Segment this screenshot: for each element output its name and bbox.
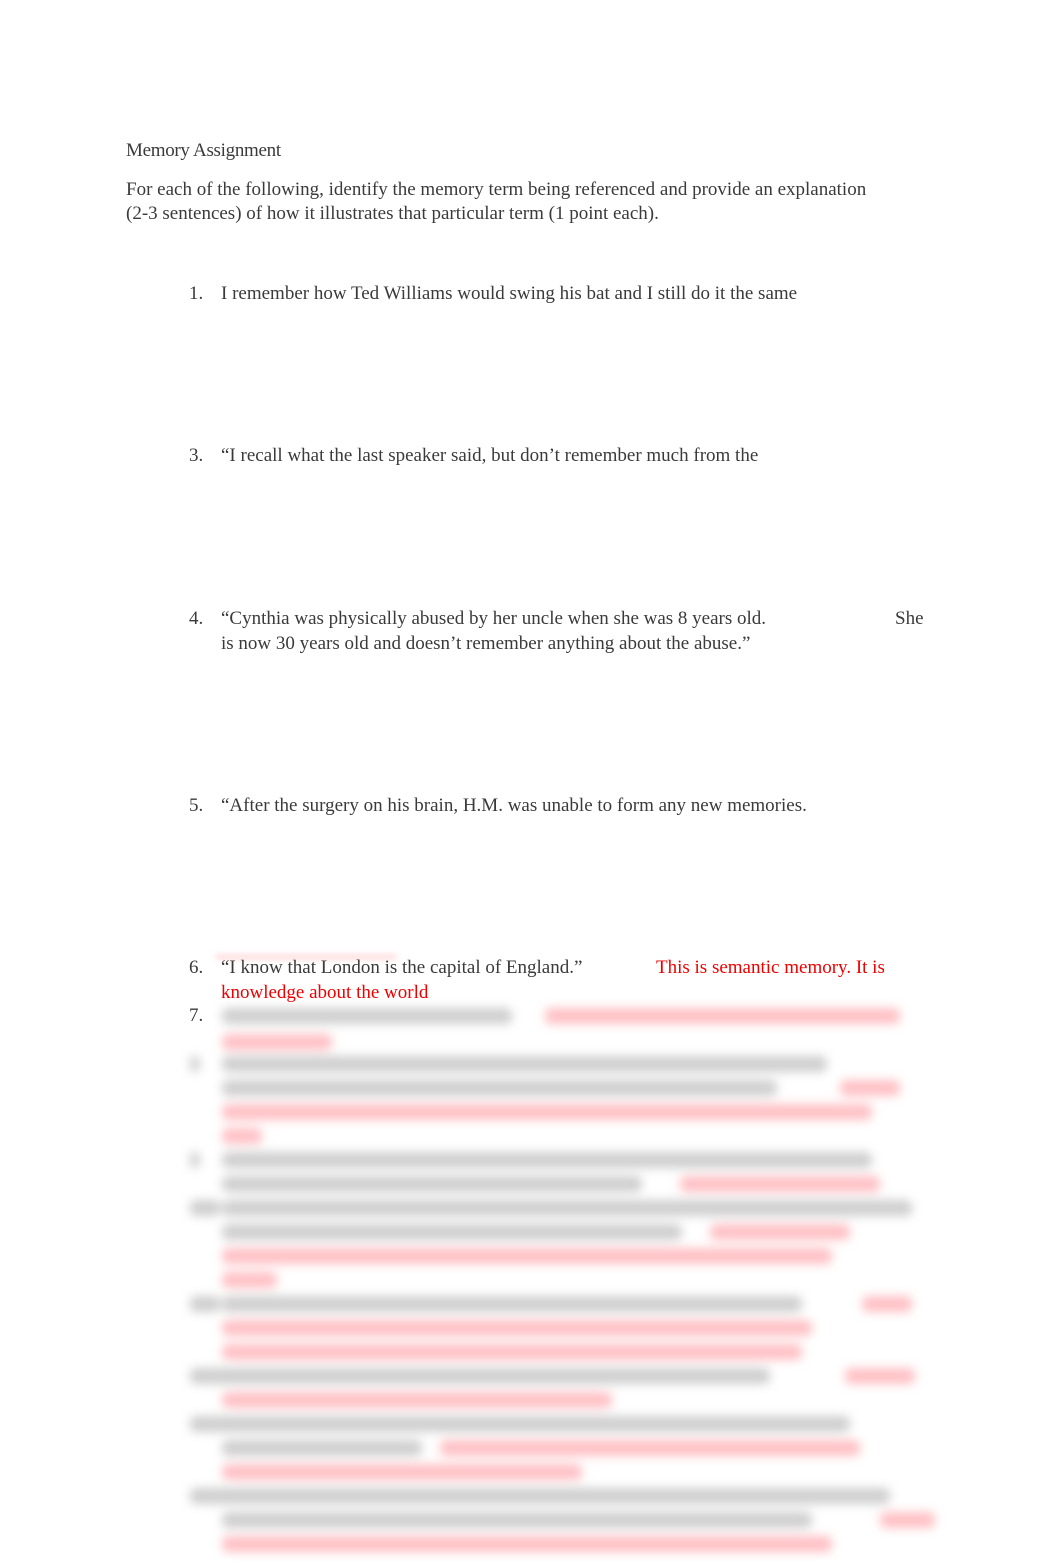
document-title: Memory Assignment [126,140,281,161]
blurred-answer-line [222,1320,812,1336]
blurred-answer-line [222,1128,262,1144]
answer-text-line2: knowledge about the world [221,982,429,1003]
question-text: “I recall what the last speaker said, bu… [221,445,759,466]
blurred-answer-line [222,1464,582,1480]
blurred-answer-line [710,1224,850,1240]
blurred-answer-line [680,1176,880,1192]
blurred-question-line [190,1056,200,1072]
blurred-question-line [222,1512,812,1528]
blurred-question-line [222,1056,827,1072]
blurred-answer-line [222,1104,872,1120]
blurred-question-line [222,1200,912,1216]
instructions: For each of the following, identify the … [126,179,867,224]
blurred-question-line [190,1488,890,1504]
blurred-question-line [222,1176,642,1192]
blurred-answer-line [845,1368,915,1384]
blurred-answer-line [222,1392,612,1408]
item-number: 1. [189,283,204,304]
document-page: Memory Assignment For each of the follow… [0,0,1062,1561]
question-item: 6. “I know that London is the capital of… [189,955,929,1005]
blurred-answer-line [222,1248,832,1264]
question-text: I remember how Ted Williams would swing … [221,283,798,304]
question-text: “Cynthia was physically abused by her un… [221,608,767,629]
answer-text: This is semantic memory. It is [656,957,885,978]
blurred-answer-line [222,1344,802,1360]
blurred-question-line [190,1368,770,1384]
blurred-question-line [190,1296,220,1312]
blurred-question-line [222,1440,422,1456]
blurred-question-line [222,1224,682,1240]
blurred-answer-line [222,1536,832,1552]
blurred-question-line [222,1008,512,1024]
blurred-question-line [222,1296,802,1312]
question-text: “After the surgery on his brain, H.M. wa… [221,795,807,816]
question-text-cont: She [895,608,924,629]
question-item: 1. I remember how Ted Williams would swi… [189,281,929,306]
question-item: 4. “Cynthia was physically abused by her… [189,606,929,656]
question-item: 5. “After the surgery on his brain, H.M.… [189,793,929,818]
item-number: 6. [189,957,204,978]
blurred-answer-line [545,1008,900,1024]
blurred-answer-line [222,1272,277,1288]
blurred-question-line [190,1200,220,1216]
blurred-answer-line [862,1296,912,1312]
blurred-question-line [222,1152,872,1168]
item-number: 4. [189,608,204,629]
blurred-answer-line [440,1440,860,1456]
question-item: 3. “I recall what the last speaker said,… [189,443,929,468]
question-text-line2: is now 30 years old and doesn’t remember… [221,633,751,654]
item-number: 3. [189,445,204,466]
blurred-answer-line [840,1080,900,1096]
blurred-question-line [190,1152,200,1168]
item-number: 7. [189,1005,204,1026]
blurred-question-line [222,1080,777,1096]
blurred-answer-line [222,1034,332,1050]
blurred-answer-line [880,1512,935,1528]
question-text: “I know that London is the capital of En… [221,957,583,978]
item-number: 5. [189,795,204,816]
blurred-question-line [190,1416,850,1432]
